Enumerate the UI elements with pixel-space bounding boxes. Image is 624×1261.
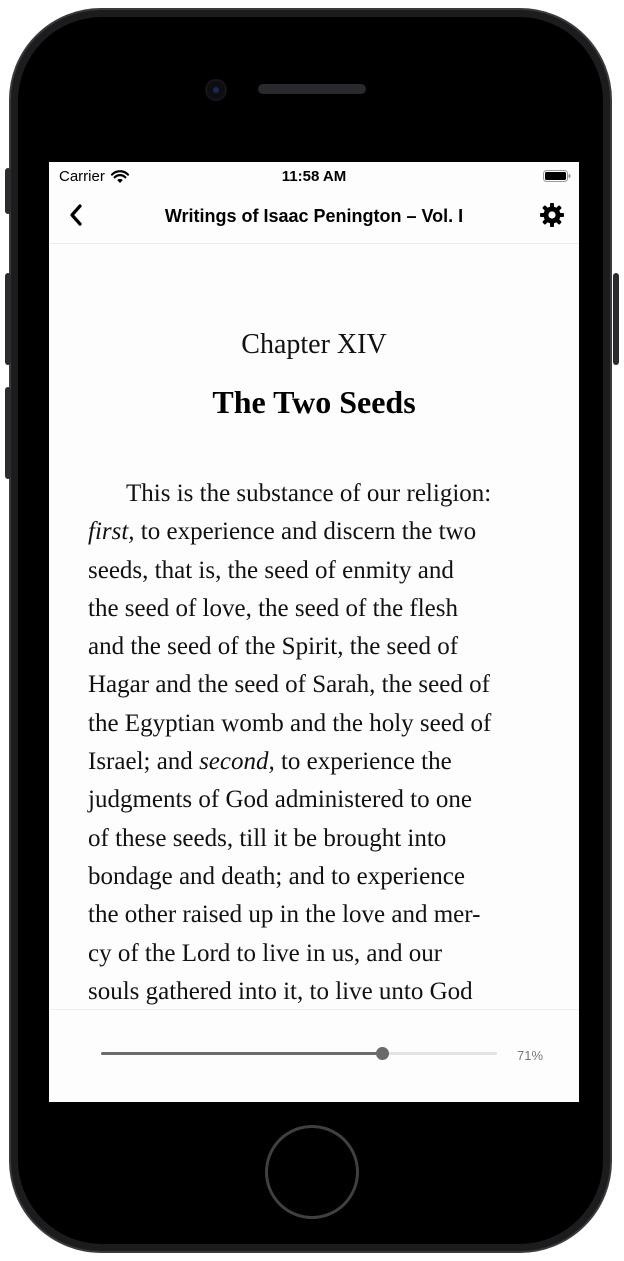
earpiece-speaker [258, 84, 366, 94]
app-screen: Carrier 11:58 AM Writings of Isaac Penin… [49, 162, 579, 1102]
clock: 11:58 AM [281, 168, 347, 185]
progress-footer: 71% [49, 1009, 579, 1102]
text-line: the Egyptian womb and the holy seed of [88, 709, 492, 737]
text-line: judgments of God administered to one [88, 786, 472, 814]
text-line: souls gathered into it, to live unto God [88, 977, 473, 1005]
home-button[interactable] [265, 1125, 359, 1219]
slider-thumb[interactable] [376, 1047, 390, 1060]
silent-switch [5, 168, 11, 214]
gear-icon [540, 203, 564, 227]
text-line: Israel; and second, to experience the [88, 743, 548, 781]
front-camera [205, 79, 227, 101]
volume-down-button [5, 387, 11, 479]
reader-content[interactable]: Chapter XIV The Two Seeds This is the su… [49, 244, 579, 1009]
text-line: Hagar and the seed of Sarah, the seed of [88, 671, 490, 699]
text-fragment: to experience the [274, 748, 452, 776]
text-line: seeds, that is, the seed of enmity and [88, 556, 454, 584]
text-fragment: to experience and discern the two [134, 518, 477, 546]
volume-up-button [5, 273, 11, 365]
text-line: the other raised up in the love and mer- [88, 901, 481, 929]
progress-slider[interactable] [101, 1046, 497, 1062]
status-bar: Carrier 11:58 AM [49, 162, 579, 192]
slider-fill [101, 1052, 383, 1055]
chapter-title: The Two Seeds [212, 384, 416, 420]
back-button[interactable] [61, 200, 91, 230]
power-button [613, 273, 619, 365]
text-line: bondage and death; and to experience [88, 862, 465, 890]
text-line: This is the substance of our religion: [126, 480, 492, 507]
emphasis-second: second, [199, 748, 275, 776]
text-line: of these seeds, till it be brought into [88, 824, 447, 852]
battery-icon [543, 170, 571, 182]
settings-button[interactable] [537, 200, 567, 230]
chapter-number: Chapter XIV [241, 329, 387, 360]
navigation-bar: Writings of Isaac Penington – Vol. I [49, 192, 579, 244]
text-line: and the seed of the Spirit, the seed of [88, 633, 459, 661]
emphasis-first: first, [88, 518, 135, 546]
book-title: Writings of Isaac Penington – Vol. I [164, 206, 464, 226]
text-line: cy of the Lord to live in us, and our [88, 939, 443, 967]
chevron-left-icon [70, 204, 82, 226]
progress-percent: 71% [517, 1048, 544, 1063]
text-line: first, to experience and discern the two [88, 513, 548, 551]
text-fragment: Israel; and [88, 748, 200, 776]
chapter-body-text: This is the substance of our religion: f… [88, 475, 548, 1009]
text-line: the seed of love, the seed of the flesh [88, 594, 459, 622]
